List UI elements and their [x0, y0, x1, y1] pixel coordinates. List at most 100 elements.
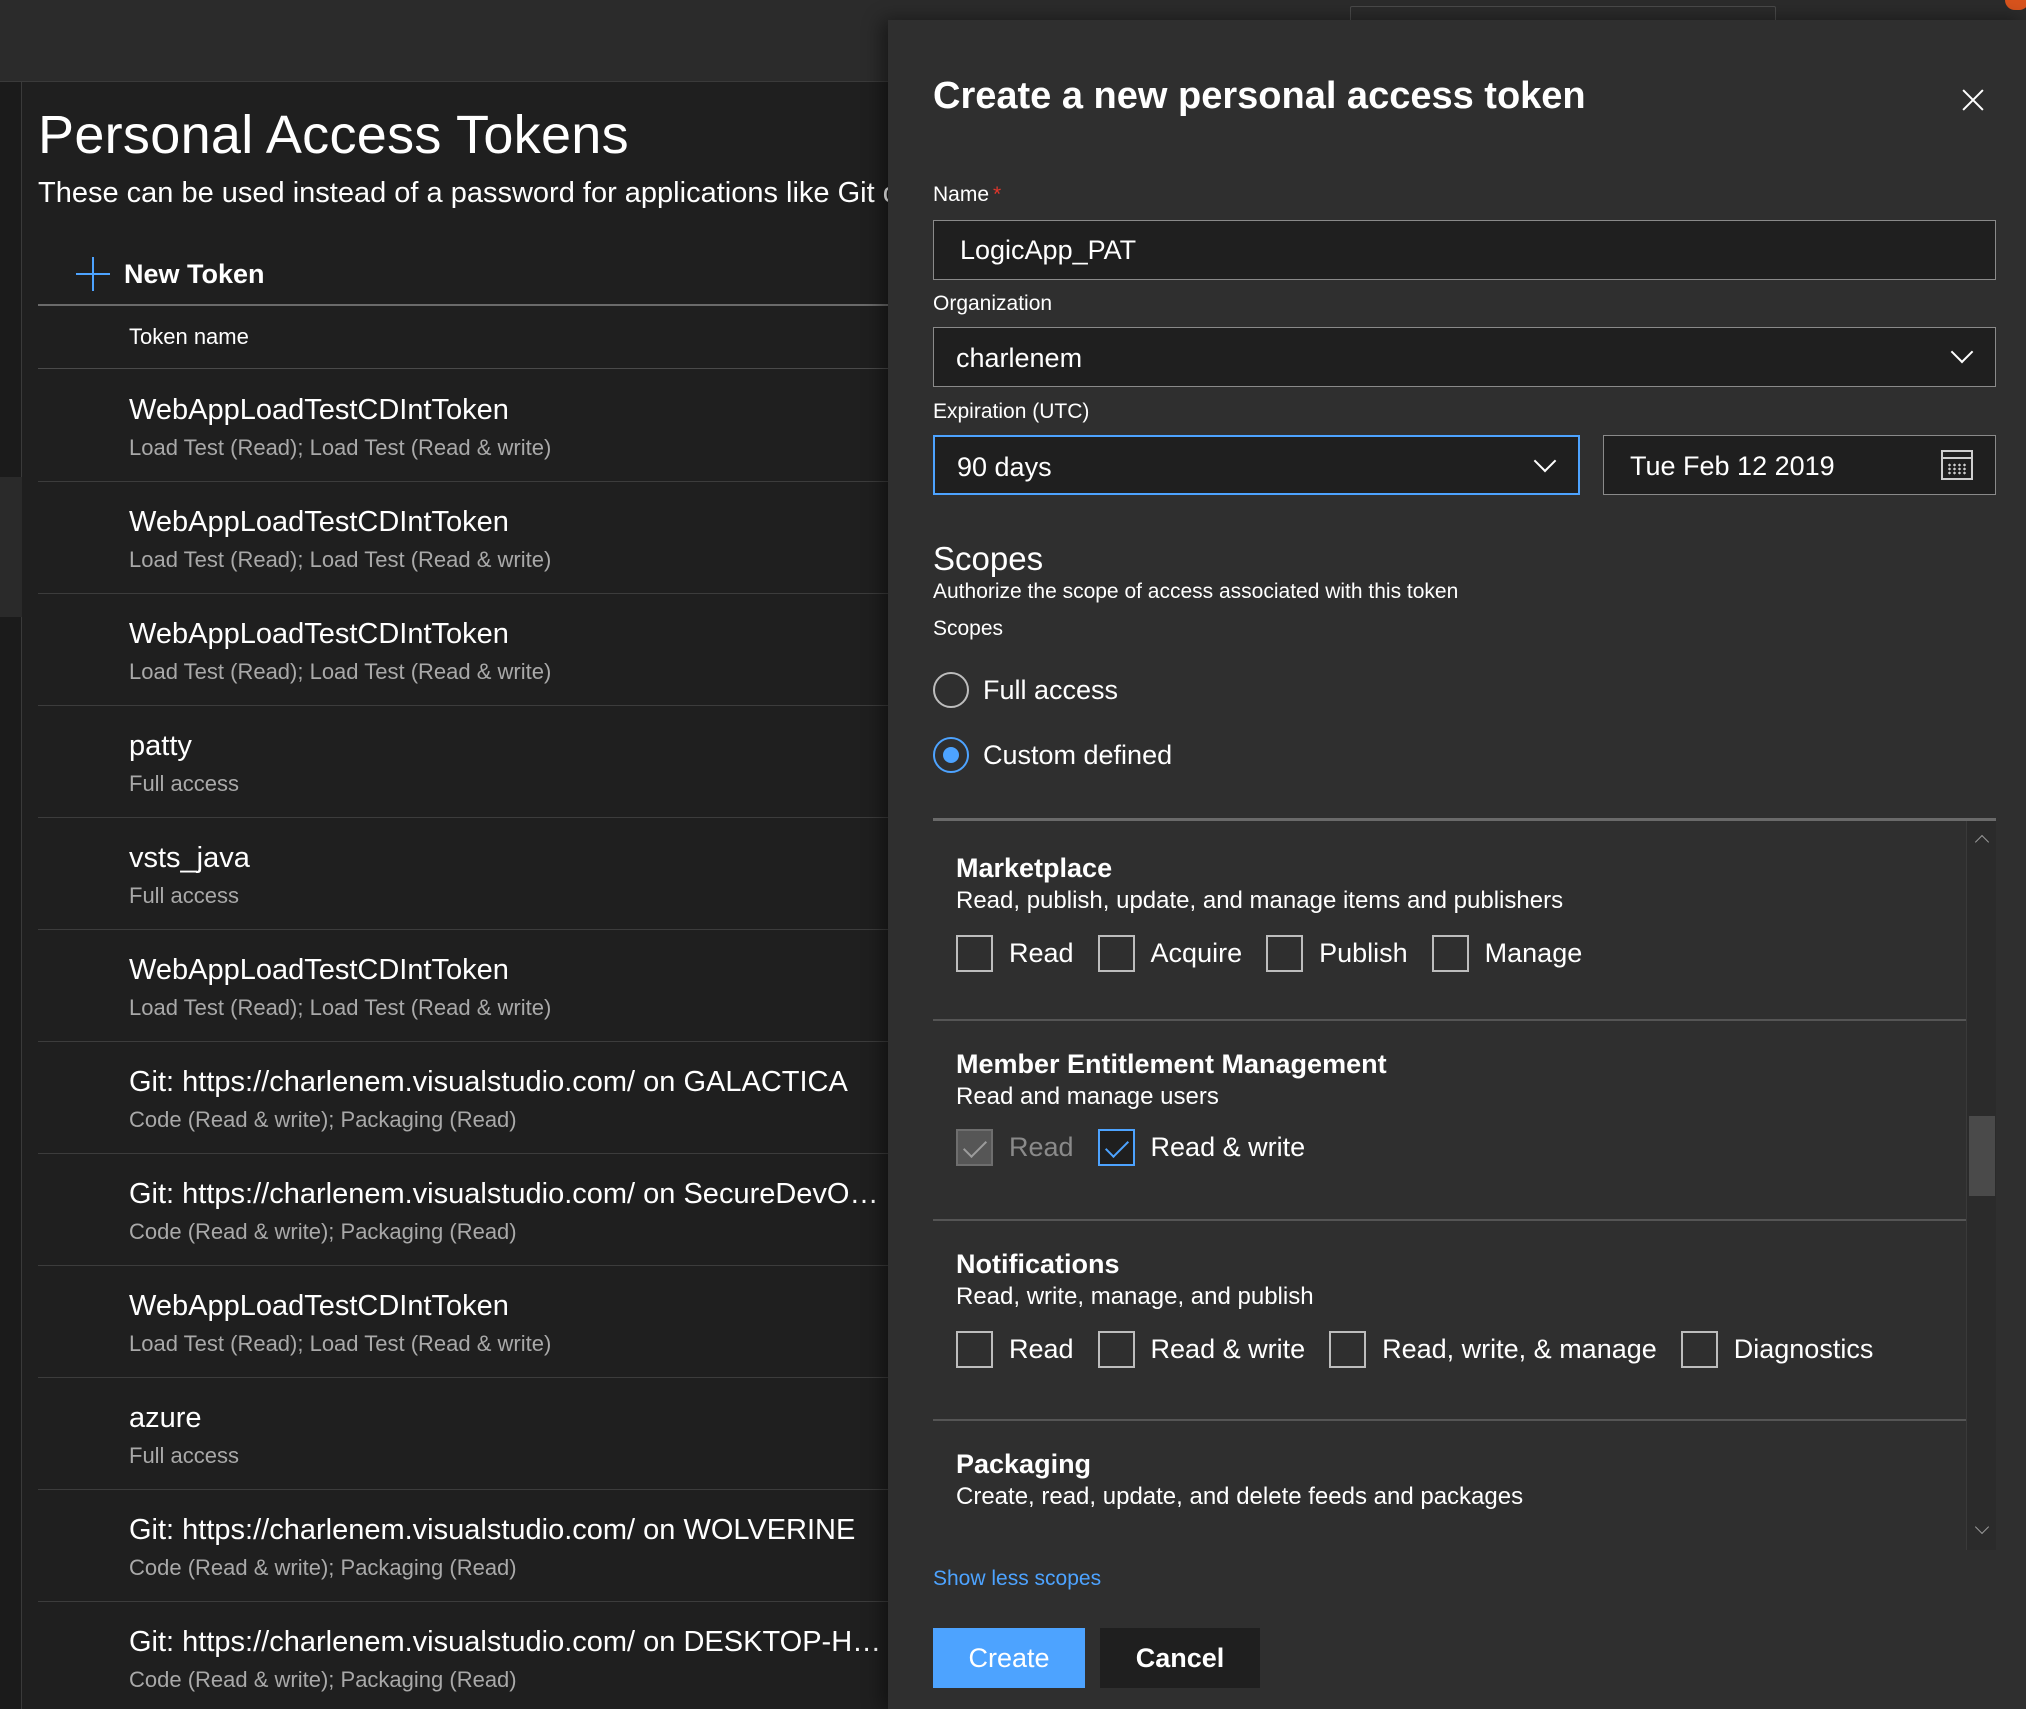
organization-label: Organization	[933, 292, 1053, 315]
token-row[interactable]: azure Full access	[38, 1378, 888, 1490]
token-scope: Code (Read & write); Packaging (Read)	[129, 1107, 517, 1132]
scope-group-title: Marketplace	[956, 853, 1113, 883]
scrollbar-thumb[interactable]	[1969, 1116, 1995, 1196]
checkbox[interactable]	[956, 934, 993, 972]
token-scope: Full access	[129, 1443, 240, 1468]
scope-group-title: Packaging	[956, 1449, 1092, 1479]
checkbox-label: Acquire	[1150, 937, 1243, 968]
token-row[interactable]: Git: https://charlenem.visualstudio.com/…	[38, 1490, 888, 1602]
token-row[interactable]: Git: https://charlenem.visualstudio.com/…	[38, 1042, 888, 1154]
left-nav-selected-item[interactable]	[0, 477, 22, 617]
radio-full-access[interactable]: Full access	[933, 670, 1118, 710]
token-row[interactable]: WebAppLoadTestCDIntToken Load Test (Read)…	[38, 370, 888, 482]
chevron-up-icon[interactable]	[1967, 825, 1997, 855]
checkbox-label: Read & write	[1150, 1131, 1306, 1162]
chevron-down-icon[interactable]	[1967, 1516, 1997, 1546]
radio-label: Custom defined	[983, 739, 1173, 770]
cancel-button[interactable]: Cancel	[1100, 1628, 1260, 1688]
scope-group-notifications: Notifications Read, write, manage, and p…	[933, 1221, 1967, 1421]
calendar-icon[interactable]	[1941, 450, 1973, 480]
checkbox-label: Publish	[1319, 937, 1408, 968]
token-row[interactable]: vsts_java Full access	[38, 818, 888, 930]
checkbox[interactable]	[1266, 934, 1304, 972]
checkbox-notifications-diagnostics[interactable]: Diagnostics	[1680, 1330, 1874, 1368]
checkbox-marketplace-acquire[interactable]: Acquire	[1097, 934, 1243, 972]
chevron-down-icon	[1534, 453, 1556, 475]
expiration-select[interactable]: 90 days	[933, 435, 1580, 495]
expiration-date-picker[interactable]: Tue Feb 12 2019	[1603, 435, 1996, 495]
checkbox[interactable]	[1431, 934, 1469, 972]
create-button[interactable]: Create	[933, 1628, 1085, 1688]
scope-list-scrollbar[interactable]	[1966, 821, 1996, 1550]
name-input[interactable]	[933, 220, 1996, 280]
checkbox-label: Read & write	[1150, 1333, 1306, 1364]
checkbox-disabled-checked	[956, 1128, 993, 1166]
required-mark: *	[993, 183, 1002, 206]
checkbox-checked[interactable]	[1097, 1128, 1135, 1166]
show-less-scopes-link[interactable]: Show less scopes	[933, 1567, 1101, 1591]
name-label-text: Name	[933, 183, 990, 206]
token-scope: Code (Read & write); Packaging (Read)	[129, 1219, 517, 1244]
scopes-description: Authorize the scope of access associated…	[933, 580, 1459, 603]
page-description: These can be used instead of a password …	[38, 177, 888, 209]
checkbox-label: Read, write, & manage	[1382, 1333, 1657, 1364]
token-scope: Load Test (Read); Load Test (Read & writ…	[129, 435, 552, 460]
checkbox-label: Read	[1009, 1333, 1074, 1364]
checkbox-label: Diagnostics	[1733, 1333, 1874, 1364]
checkbox-marketplace-read[interactable]: Read	[956, 934, 1074, 972]
checkbox-member-read-write[interactable]: Read & write	[1097, 1128, 1306, 1166]
token-name: WebAppLoadTestCDIntToken	[129, 506, 509, 538]
token-row[interactable]: WebAppLoadTestCDIntToken Load Test (Read)…	[38, 1266, 888, 1378]
checkbox[interactable]	[1097, 1330, 1135, 1368]
checkbox[interactable]	[956, 1330, 993, 1368]
checkbox-label: Read	[1009, 1131, 1074, 1162]
checkbox-marketplace-manage[interactable]: Manage	[1431, 934, 1583, 972]
scope-group-marketplace: Marketplace Read, publish, update, and m…	[933, 821, 1967, 1021]
token-row[interactable]: WebAppLoadTestCDIntToken Load Test (Read)…	[38, 594, 888, 706]
notification-dot	[2005, 0, 2026, 10]
checkbox-notifications-read[interactable]: Read	[956, 1330, 1074, 1368]
new-token-button[interactable]: New Token	[76, 252, 265, 296]
token-row[interactable]: patty Full access	[38, 706, 888, 818]
checkbox-marketplace-publish[interactable]: Publish	[1266, 934, 1408, 972]
scope-options: Read Read & write	[956, 1127, 1329, 1167]
token-name: WebAppLoadTestCDIntToken	[129, 618, 509, 650]
close-icon[interactable]	[1953, 80, 1993, 120]
scope-group-member-entitlement: Member Entitlement Management Read and m…	[933, 1021, 1967, 1221]
checkbox[interactable]	[1680, 1330, 1718, 1368]
tokens-page: Personal Access Tokens These can be used…	[38, 82, 888, 1709]
token-row[interactable]: WebAppLoadTestCDIntToken Load Test (Read)…	[38, 930, 888, 1042]
column-header-token-name[interactable]: Token name	[129, 324, 249, 350]
token-name: vsts_java	[129, 842, 250, 874]
checkbox-notifications-manage[interactable]: Read, write, & manage	[1329, 1330, 1657, 1368]
checkbox-label: Manage	[1484, 937, 1583, 968]
checkbox[interactable]	[1097, 934, 1135, 972]
header-divider	[38, 368, 888, 369]
scope-group-packaging: Packaging Create, read, update, and dele…	[933, 1421, 1967, 1550]
token-row[interactable]: Git: https://charlenem.visualstudio.com/…	[38, 1602, 888, 1709]
token-name: Git: https://charlenem.visualstudio.com/…	[129, 1066, 848, 1098]
token-list: WebAppLoadTestCDIntToken Load Test (Read)…	[38, 370, 888, 1709]
token-row[interactable]: WebAppLoadTestCDIntToken Load Test (Read)…	[38, 482, 888, 594]
token-name: WebAppLoadTestCDIntToken	[129, 954, 509, 986]
organization-value: charlenem	[956, 343, 1083, 373]
expiration-label: Expiration (UTC)	[933, 400, 1090, 423]
checkbox-notifications-read-write[interactable]: Read & write	[1097, 1330, 1306, 1368]
radio-button-selected[interactable]	[933, 737, 969, 773]
token-row[interactable]: Git: https://charlenem.visualstudio.com/…	[38, 1154, 888, 1266]
checkbox-member-read: Read	[956, 1128, 1074, 1166]
scopes-label: Scopes	[933, 617, 1004, 640]
left-nav-rail	[0, 82, 22, 1709]
scope-group-title: Member Entitlement Management	[956, 1049, 1387, 1079]
radio-custom-defined[interactable]: Custom defined	[933, 735, 1172, 775]
token-scope: Full access	[129, 771, 240, 796]
panel-title: Create a new personal access token	[933, 75, 1586, 117]
organization-select[interactable]: charlenem	[933, 327, 1996, 387]
name-label: Name *	[933, 183, 1001, 207]
token-name: WebAppLoadTestCDIntToken	[129, 394, 509, 426]
token-name: Git: https://charlenem.visualstudio.com/…	[129, 1626, 888, 1658]
checkbox[interactable]	[1329, 1330, 1367, 1368]
scopes-title: Scopes	[933, 540, 1044, 577]
radio-button[interactable]	[933, 672, 969, 708]
token-scope: Full access	[129, 883, 240, 908]
